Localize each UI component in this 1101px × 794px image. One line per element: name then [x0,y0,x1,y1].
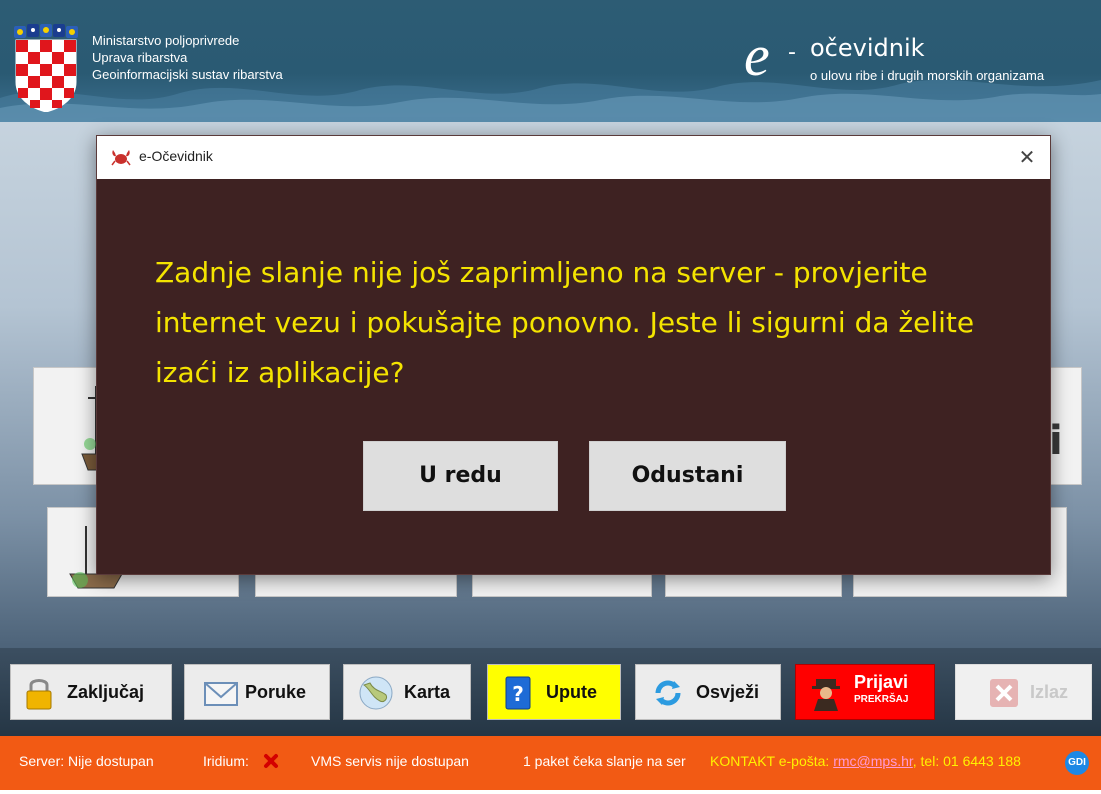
pending-packets-status: 1 paket čeka slanje na ser [523,753,686,769]
app-header: Ministarstvo poljoprivrede Uprava ribars… [0,0,1101,122]
contact-email-link[interactable]: rmc@mps.hr [833,753,913,769]
dialog-titlebar: e-Očevidnik ✕ [97,136,1050,179]
vms-status: VMS servis nije dostupan [311,753,469,769]
report-subtitle: PREKRŠAJ [854,694,909,705]
confirm-exit-dialog: e-Očevidnik ✕ Zadnje slanje nije još zap… [96,135,1051,575]
envelope-icon [204,682,238,706]
gdi-badge[interactable]: GDI [1065,751,1089,775]
report-label: Prijavi PREKRŠAJ [854,673,908,709]
svg-text:?: ? [512,682,524,706]
help-book-icon: ? [505,676,531,710]
contact-phone: , tel: 01 6443 188 [912,753,1021,769]
refresh-label: Osvježi [696,682,760,702]
error-x-icon [264,754,278,768]
help-label: Upute [546,682,597,702]
brand-name: očevidnik [810,34,925,62]
map-label: Karta [404,682,451,702]
lock-icon [26,679,52,710]
iridium-status: Iridium: [203,753,249,769]
brand-subtitle: o ulovu ribe i drugih morskih organizama [810,68,1045,83]
ministry-line: Ministarstvo poljoprivrede [92,33,240,48]
status-bar-edge [0,790,1101,794]
refresh-button[interactable]: Osvježi [635,664,781,720]
map-button[interactable]: Karta [343,664,471,720]
tile-label: i [1049,418,1063,464]
refresh-icon [655,680,681,706]
lock-label: Zaključaj [67,682,145,702]
lock-button[interactable]: Zaključaj [10,664,172,720]
messages-button[interactable]: Poruke [184,664,330,720]
report-violation-button[interactable]: Prijavi PREKRŠAJ [795,664,935,720]
brand-letter: e [744,23,770,88]
exit-button[interactable]: Izlaz [955,664,1092,720]
ministry-line: Uprava ribarstva [92,50,188,65]
contact-prefix: KONTAKT e-pošta: [710,753,834,769]
help-button[interactable]: ? Upute [487,664,621,720]
detective-icon [812,679,840,711]
ok-button[interactable]: U redu [363,441,558,511]
close-icon[interactable]: ✕ [1004,136,1050,179]
brand-dash: - [788,40,796,65]
status-bar: Server: Nije dostupan Iridium: VMS servi… [0,736,1101,794]
map-icon [359,676,393,710]
contact-info: KONTAKT e-pošta: rmc@mps.hr, tel: 01 644… [710,753,1021,769]
report-title: Prijavi [854,672,909,692]
croatian-coat-of-arms-icon [14,24,78,112]
ministry-line: Geoinformacijski sustav ribarstva [92,67,283,82]
ministry-title: Ministarstvo poljoprivrede Uprava ribars… [92,32,283,83]
dialog-title: e-Očevidnik [139,148,213,164]
crab-icon [111,150,131,166]
dialog-message: Zadnje slanje nije još zaprimljeno na se… [155,256,975,389]
exit-label: Izlaz [1030,682,1069,702]
messages-label: Poruke [245,682,307,702]
app-window: Ministarstvo poljoprivrede Uprava ribars… [0,0,1101,794]
server-status: Server: Nije dostupan [19,753,154,769]
bottom-toolbar: Zaključaj Poruke Karta ? Upute Osvježi P… [0,648,1101,736]
close-x-icon [990,679,1018,707]
cancel-button[interactable]: Odustani [589,441,786,511]
